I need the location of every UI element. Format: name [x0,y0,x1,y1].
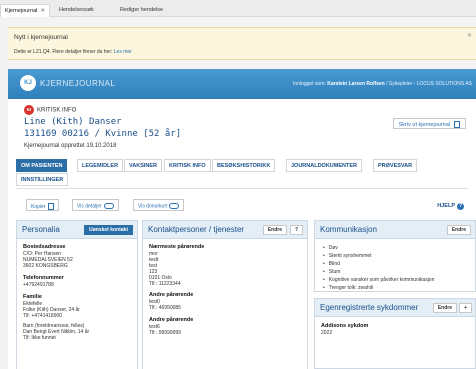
show-details-button[interactable]: Vis detaljer [72,199,119,211]
copy-icon [48,203,55,210]
communication-card: Kommunikasjon Endre Døv Sterkt synshemme… [314,220,476,292]
family-label: Familie [23,294,42,300]
main-panel: KI KRITISK INFO Line (Kith) Danser 131169… [8,99,476,369]
family-line: Tlf: Ikke funnet [23,335,56,341]
logged-in-prefix: Innlogget som: [293,81,326,87]
communication-item: Blind [323,261,340,267]
tab-provesvar[interactable]: PRØVESVAR [373,159,418,172]
donor-label: Vis donorkort [138,203,168,210]
contact-line: Tlf.: 46950085 [149,305,181,311]
card-title: Kommunikasjon [320,225,377,234]
tab-legemidler[interactable]: LEGEMIDLER [77,159,124,172]
logo-icon: KJ [20,75,36,91]
help-button[interactable]: ? [289,225,303,235]
communication-item: Døv [323,245,338,251]
tab-kritisk-info[interactable]: KRITISK INFO [164,159,211,172]
communication-item: Stum [323,269,341,275]
phone-value: +4792491788 [23,282,54,288]
tab-besokshistorikk[interactable]: BESØKSHISTORIKK [212,159,276,172]
notice-title: Nytt i kjernejournal [14,34,68,41]
show-donor-card-button[interactable]: Vis donorkort [133,199,185,211]
close-icon[interactable]: ✕ [467,32,472,39]
tab-hendelsessok[interactable]: Hendelsessøk [55,4,98,17]
card-title: Kontaktpersoner / tjenester [148,225,245,234]
communication-item: Sterkt synshemmet [323,253,372,259]
document-icon [454,121,460,128]
contacts-card: Kontaktpersoner / tjenester Endre ? Nærm… [142,220,308,369]
tab-kjernejournal[interactable]: Kjernejournal ✕ [0,4,51,17]
disease-label: Addisons sykdom [321,323,369,329]
app-logo-text: KJERNEJOURNAL [40,79,116,88]
edit-button[interactable]: Endre [262,225,287,235]
help-icon: ? [457,203,464,210]
disease-year: 2022 [321,330,333,336]
personalia-card: Personalia Uønsket kontakt Bostedsadress… [16,220,138,369]
copy-label: Kopier [31,203,46,210]
divider [16,188,468,189]
tab-bar: Kjernejournal ✕ Hendelsessøk Rediger hend… [0,0,476,17]
notice-body: Dette er L21.Q4. Flere detaljer finner d… [14,49,132,55]
other-relatives-label: Andre pårørende [149,292,194,298]
edit-button[interactable]: Endre [432,303,457,313]
user-role: / Sykepleier - LOCUS SOLUTIONS AS [386,81,472,87]
tab-rediger-hendelse[interactable]: Rediger hendelse [116,4,167,17]
card-header: Personalia Uønsket kontakt [17,221,137,239]
toggle-icon [169,203,180,209]
add-button[interactable]: + [459,303,472,313]
card-header: Kommunikasjon Endre [315,221,475,239]
critical-icon: KI [24,105,34,115]
tab-innstillinger[interactable]: INNSTILLINGER [16,173,69,186]
contact-line: Tlf.: 99999999 [149,330,181,336]
self-registered-card: Egenregistrerte sykdommer Endre + Addiso… [314,298,476,369]
card-header: Kontaktpersoner / tjenester Endre ? [143,221,307,239]
communication-item: Trenger tolk: zwahili [323,285,373,291]
tab-journaldokumenter[interactable]: JOURNALDOKUMENTER [286,159,362,172]
communication-item: Kognitive vansker som påvirker kommunika… [323,277,435,283]
app-header: KJ KJERNEJOURNAL Innlogget som: Karstein… [8,69,476,99]
other-relatives-label: Andre pårørende [149,317,194,323]
read-more-link[interactable]: Les mer [114,49,132,55]
kritisk-label: KRITISK INFO [37,107,77,114]
patient-id: 131169 00216 / Kvinne [52 år] [24,129,182,139]
details-label: Vis detaljer [77,203,102,210]
next-of-kin-label: Nærmeste pårørende [149,244,205,250]
card-title: Personalia [22,225,60,234]
toggle-icon [103,203,114,209]
close-icon[interactable]: ✕ [40,8,45,14]
unwanted-contact-button[interactable]: Uønsket kontakt [84,225,133,235]
user-name: Karstein Larsen Rolfsen [327,81,385,87]
journal-created: Kjernejournal opprettet 19.10.2018 [24,143,117,149]
edit-button[interactable]: Endre [446,225,471,235]
family-line: Tlf: +4741418900 [23,313,63,319]
help-link[interactable]: HJELP? [437,203,464,210]
section-tabs: OM PASIENTEN LEGEMIDLER VAKSINER KRITISK… [16,159,464,187]
phone-label: Telefonnummer [23,275,64,281]
patient-name: Line (Kith) Danser [24,117,122,127]
notice-text: Dette er L21.Q4. Flere detaljer finner d… [14,49,113,55]
address-line: 3602 KONGSBERG [23,263,68,269]
tab-label: Kjernejournal [5,8,38,14]
print-label: Skriv ut kjernejournal [398,121,450,128]
print-journal-button[interactable]: Skriv ut kjernejournal [392,118,466,129]
card-title: Egenregistrerte sykdommer [320,303,419,312]
copy-button[interactable]: Kopier [26,199,60,211]
logged-in-info: Innlogget som: Karstein Larsen Rolfsen /… [293,81,472,87]
help-label: HJELP [437,203,455,209]
contact-line: Tlf.: 11223344 [149,281,181,287]
tab-om-pasienten[interactable]: OM PASIENTEN [16,159,68,172]
address-label: Bostedsadresse [23,244,66,250]
notice-banner: Nytt i kjernejournal Dette er L21.Q4. Fl… [8,27,476,60]
tab-vaksiner[interactable]: VAKSINER [124,159,163,172]
kritisk-info-link[interactable]: KI KRITISK INFO [24,105,76,115]
card-header: Egenregistrerte sykdommer Endre + [315,299,475,317]
